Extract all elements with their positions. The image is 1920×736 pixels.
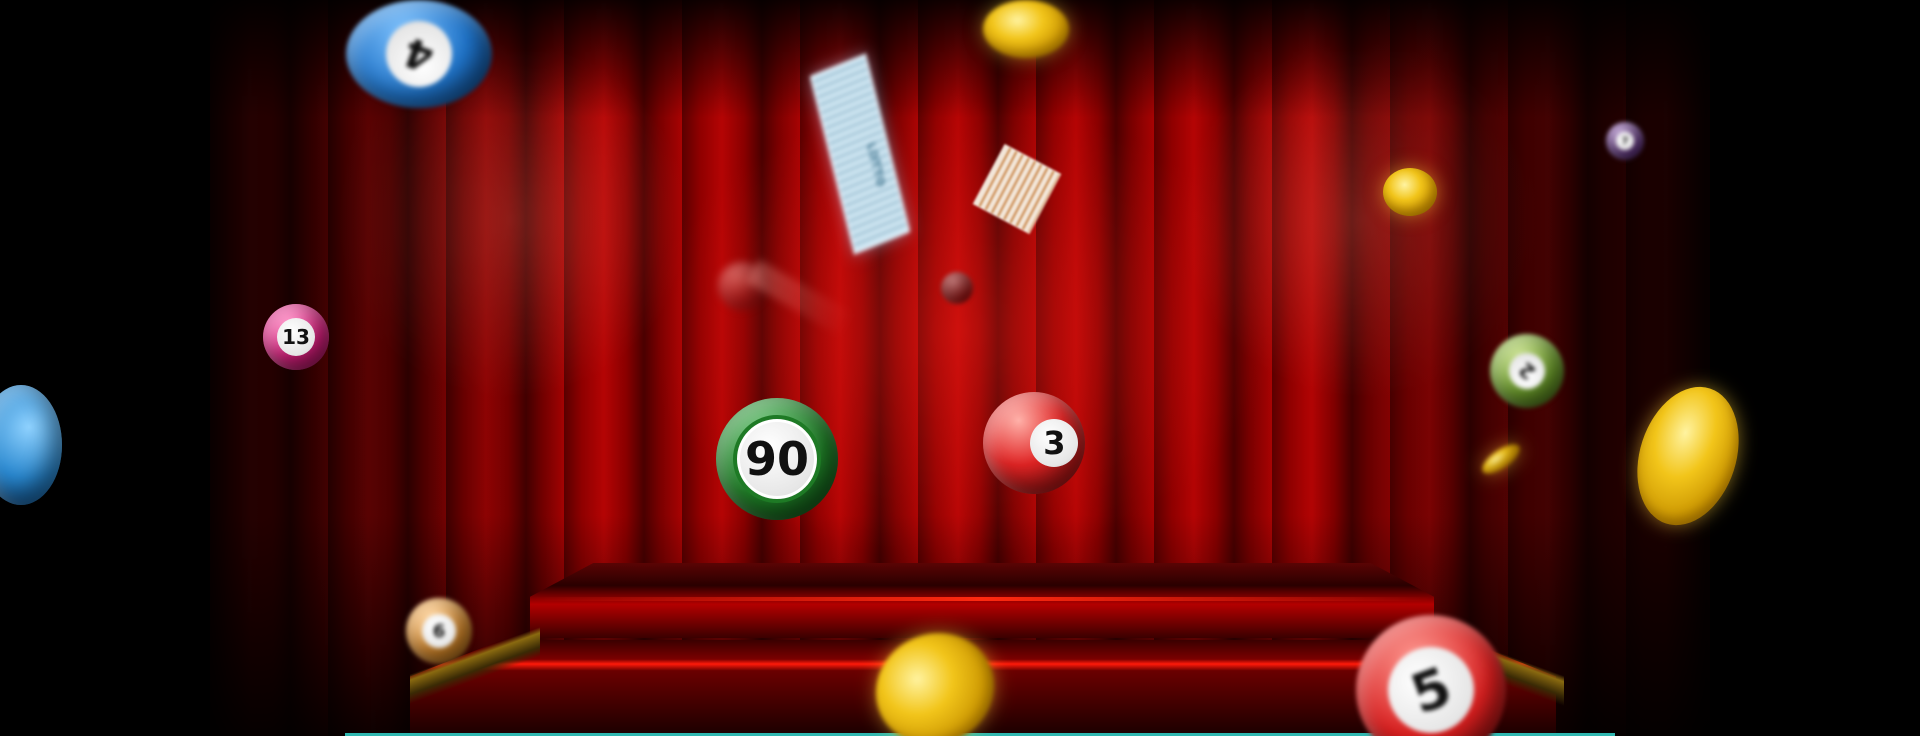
gold-coin-small xyxy=(1383,168,1437,216)
ball-number: 13 xyxy=(277,318,315,356)
lotto-ticket-label: LOTTO xyxy=(864,140,888,190)
stage-step-top-glow xyxy=(530,597,1434,601)
ball-number: 4 xyxy=(376,11,462,97)
ball-number: 6 xyxy=(422,614,456,648)
lottery-ball-3: 3 xyxy=(983,392,1085,494)
ball-number: 5 xyxy=(1375,634,1487,736)
lottery-ball-13: 13 xyxy=(263,304,329,370)
ball-number: 3 xyxy=(1030,419,1079,467)
lottery-ball-4: 4 xyxy=(346,0,492,108)
lottery-ball-7: 7 xyxy=(1606,122,1644,160)
gold-coin-top xyxy=(983,0,1069,58)
lottery-ball-6: 6 xyxy=(406,598,472,664)
ball-number: 7 xyxy=(1616,132,1634,150)
ball-number: 2 xyxy=(1501,345,1553,397)
lottery-ball-2: 2 xyxy=(1490,334,1564,408)
lottery-ball-tiny xyxy=(941,272,973,304)
stage-scene: LOTTO 4 13 90 3 5 2 6 7 xyxy=(0,0,1920,736)
lottery-ball-90: 90 xyxy=(716,398,838,520)
ball-number: 90 xyxy=(733,415,821,503)
